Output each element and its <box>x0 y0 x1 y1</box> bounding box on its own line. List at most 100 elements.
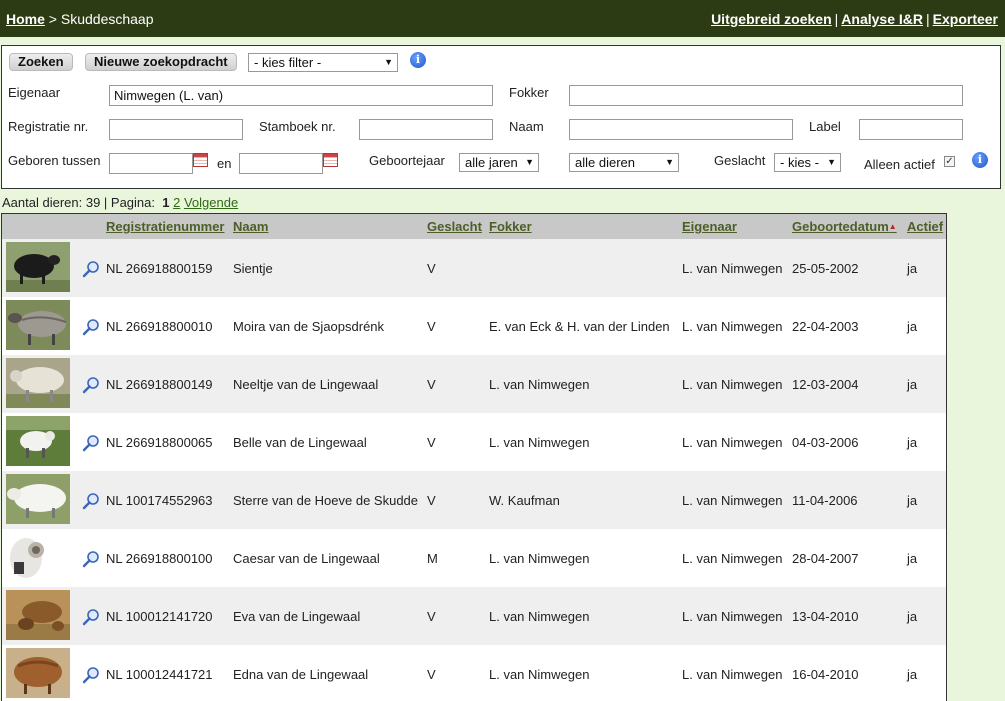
cell-sex: V <box>427 609 436 624</box>
breeder-input[interactable] <box>569 85 963 106</box>
export-link[interactable]: Exporteer <box>933 11 998 27</box>
cell-name: Eva van de Lingewaal <box>233 609 361 624</box>
sheep-photo[interactable] <box>6 358 70 408</box>
calendar-icon[interactable] <box>193 153 208 167</box>
cell-active: ja <box>907 261 918 276</box>
home-link[interactable]: Home <box>6 11 45 27</box>
cell-breeder: W. Kaufman <box>489 493 560 508</box>
sex-value: - kies - <box>780 155 819 170</box>
magnifier-icon[interactable] <box>82 492 100 510</box>
info-icon[interactable]: i <box>972 152 988 168</box>
cell-registration: NL 266918800149 <box>106 377 213 392</box>
studbook-label: Stamboek nr. <box>259 119 336 134</box>
born-to-input[interactable] <box>239 153 323 174</box>
magnifier-icon[interactable] <box>82 376 100 394</box>
cell-breeder: L. van Nimwegen <box>489 609 590 624</box>
cell-sex: V <box>427 377 436 392</box>
cell-birthdate: 16-04-2010 <box>792 667 859 682</box>
magnifier-icon[interactable] <box>82 666 100 684</box>
table-row[interactable]: NL 100012441721 Edna van de Lingewaal V L. … <box>2 645 946 701</box>
born-from-input[interactable] <box>109 153 193 174</box>
active-only-label: Alleen actief <box>864 157 935 172</box>
registration-input[interactable] <box>109 119 243 140</box>
table-row[interactable]: NL 266918800065 Belle van de Lingewaal V L.… <box>2 413 946 471</box>
sex-select[interactable]: - kies - ▼ <box>774 153 841 172</box>
magnifier-icon[interactable] <box>82 550 100 568</box>
col-name[interactable]: Naam <box>233 219 268 234</box>
cell-owner: L. van Nimwegen <box>682 493 783 508</box>
link-separator: | <box>834 11 839 27</box>
col-breeder[interactable]: Fokker <box>489 219 532 234</box>
studbook-input[interactable] <box>359 119 493 140</box>
animals-value: alle dieren <box>575 155 635 170</box>
name-input[interactable] <box>569 119 793 140</box>
birth-year-select[interactable]: alle jaren ▼ <box>459 153 539 172</box>
top-bar: Home > Skuddeschaap Uitgebreid zoeken | An… <box>0 0 1005 37</box>
sheep-photo[interactable] <box>6 416 70 466</box>
sheep-photo[interactable] <box>6 300 70 350</box>
col-sex[interactable]: Geslacht <box>427 219 482 234</box>
table-row[interactable]: NL 100012141720 Eva van de Lingewaal V L. v… <box>2 587 946 645</box>
sheep-photo[interactable] <box>6 590 70 640</box>
cell-breeder: L. van Nimwegen <box>489 377 590 392</box>
sort-asc-icon: ▲ <box>888 222 897 231</box>
cell-sex: V <box>427 435 436 450</box>
table-row[interactable]: NL 266918800010 Moira van de Sjaopsdrénk V… <box>2 297 946 355</box>
animals-select[interactable]: alle dieren ▼ <box>569 153 679 172</box>
cell-sex: V <box>427 667 436 682</box>
cell-birthdate: 12-03-2004 <box>792 377 859 392</box>
sheep-photo[interactable] <box>6 242 70 292</box>
info-icon[interactable]: i <box>410 52 426 68</box>
cell-name: Sterre van de Hoeve de Skudde <box>233 493 419 508</box>
owner-label: Eigenaar <box>8 85 61 100</box>
cell-registration: NL 100012141720 <box>106 609 213 624</box>
cell-active: ja <box>907 551 918 566</box>
advanced-search-link[interactable]: Uitgebreid zoeken <box>711 11 832 27</box>
analysis-link[interactable]: Analyse I&R <box>841 11 923 27</box>
sheep-photo[interactable] <box>6 474 70 524</box>
col-birthdate[interactable]: Geboortedatum <box>792 219 889 234</box>
cell-name: Edna van de Lingewaal <box>233 667 369 682</box>
search-button[interactable]: Zoeken <box>9 53 73 71</box>
cell-active: ja <box>907 319 918 334</box>
cell-registration: NL 266918800065 <box>106 435 213 450</box>
new-search-button[interactable]: Nieuwe zoekopdracht <box>85 53 237 71</box>
page-2-link[interactable]: 2 <box>173 195 180 210</box>
col-registration[interactable]: Registratienummer <box>106 219 224 234</box>
cell-owner: L. van Nimwegen <box>682 609 783 624</box>
col-birthdate-wrap: Geboortedatum▲ <box>792 219 897 234</box>
table-row[interactable]: NL 266918800149 Neeltje van de Lingewaal V… <box>2 355 946 413</box>
filter-select[interactable]: - kies filter - ▼ <box>248 53 398 72</box>
table-row[interactable]: NL 266918800159 Sientje V L. van Nimwegen 25… <box>2 239 946 297</box>
magnifier-icon[interactable] <box>82 608 100 626</box>
cell-sex: M <box>427 551 438 566</box>
cell-birthdate: 04-03-2006 <box>792 435 859 450</box>
result-count: Aantal dieren: 39 | Pagina: 1 2 Volgende <box>2 195 238 210</box>
cell-name: Sientje <box>233 261 273 276</box>
col-active[interactable]: Actief <box>907 219 943 234</box>
calendar-icon[interactable] <box>323 153 338 167</box>
active-only-checkbox[interactable]: ✓ <box>944 156 955 167</box>
cell-registration: NL 100012441721 <box>106 667 213 682</box>
table-row[interactable]: NL 266918800100 Caesar van de Lingewaal M L… <box>2 529 946 587</box>
tag-label: Label <box>809 119 841 134</box>
sheep-photo[interactable] <box>6 648 70 698</box>
magnifier-icon[interactable] <box>82 434 100 452</box>
magnifier-icon[interactable] <box>82 318 100 336</box>
birth-year-value: alle jaren <box>465 155 518 170</box>
cell-registration: NL 266918800159 <box>106 261 213 276</box>
tag-input[interactable] <box>859 119 963 140</box>
sheep-photo[interactable] <box>6 532 70 582</box>
next-page-link[interactable]: Volgende <box>184 195 238 210</box>
cell-registration: NL 100174552963 <box>106 493 213 508</box>
cell-breeder: L. van Nimwegen <box>489 435 590 450</box>
table-row[interactable]: NL 100174552963 Sterre van de Hoeve de Sk… <box>2 471 946 529</box>
owner-input[interactable]: Nimwegen (L. van) <box>109 85 493 106</box>
cell-active: ja <box>907 609 918 624</box>
dropdown-arrow-icon: ▼ <box>525 157 534 167</box>
magnifier-icon[interactable] <box>82 260 100 278</box>
filter-panel: Zoeken Nieuwe zoekopdracht - kies filter… <box>1 45 1001 189</box>
col-owner[interactable]: Eigenaar <box>682 219 737 234</box>
breadcrumb-current: Skuddeschaap <box>60 11 154 27</box>
cell-breeder: L. van Nimwegen <box>489 551 590 566</box>
